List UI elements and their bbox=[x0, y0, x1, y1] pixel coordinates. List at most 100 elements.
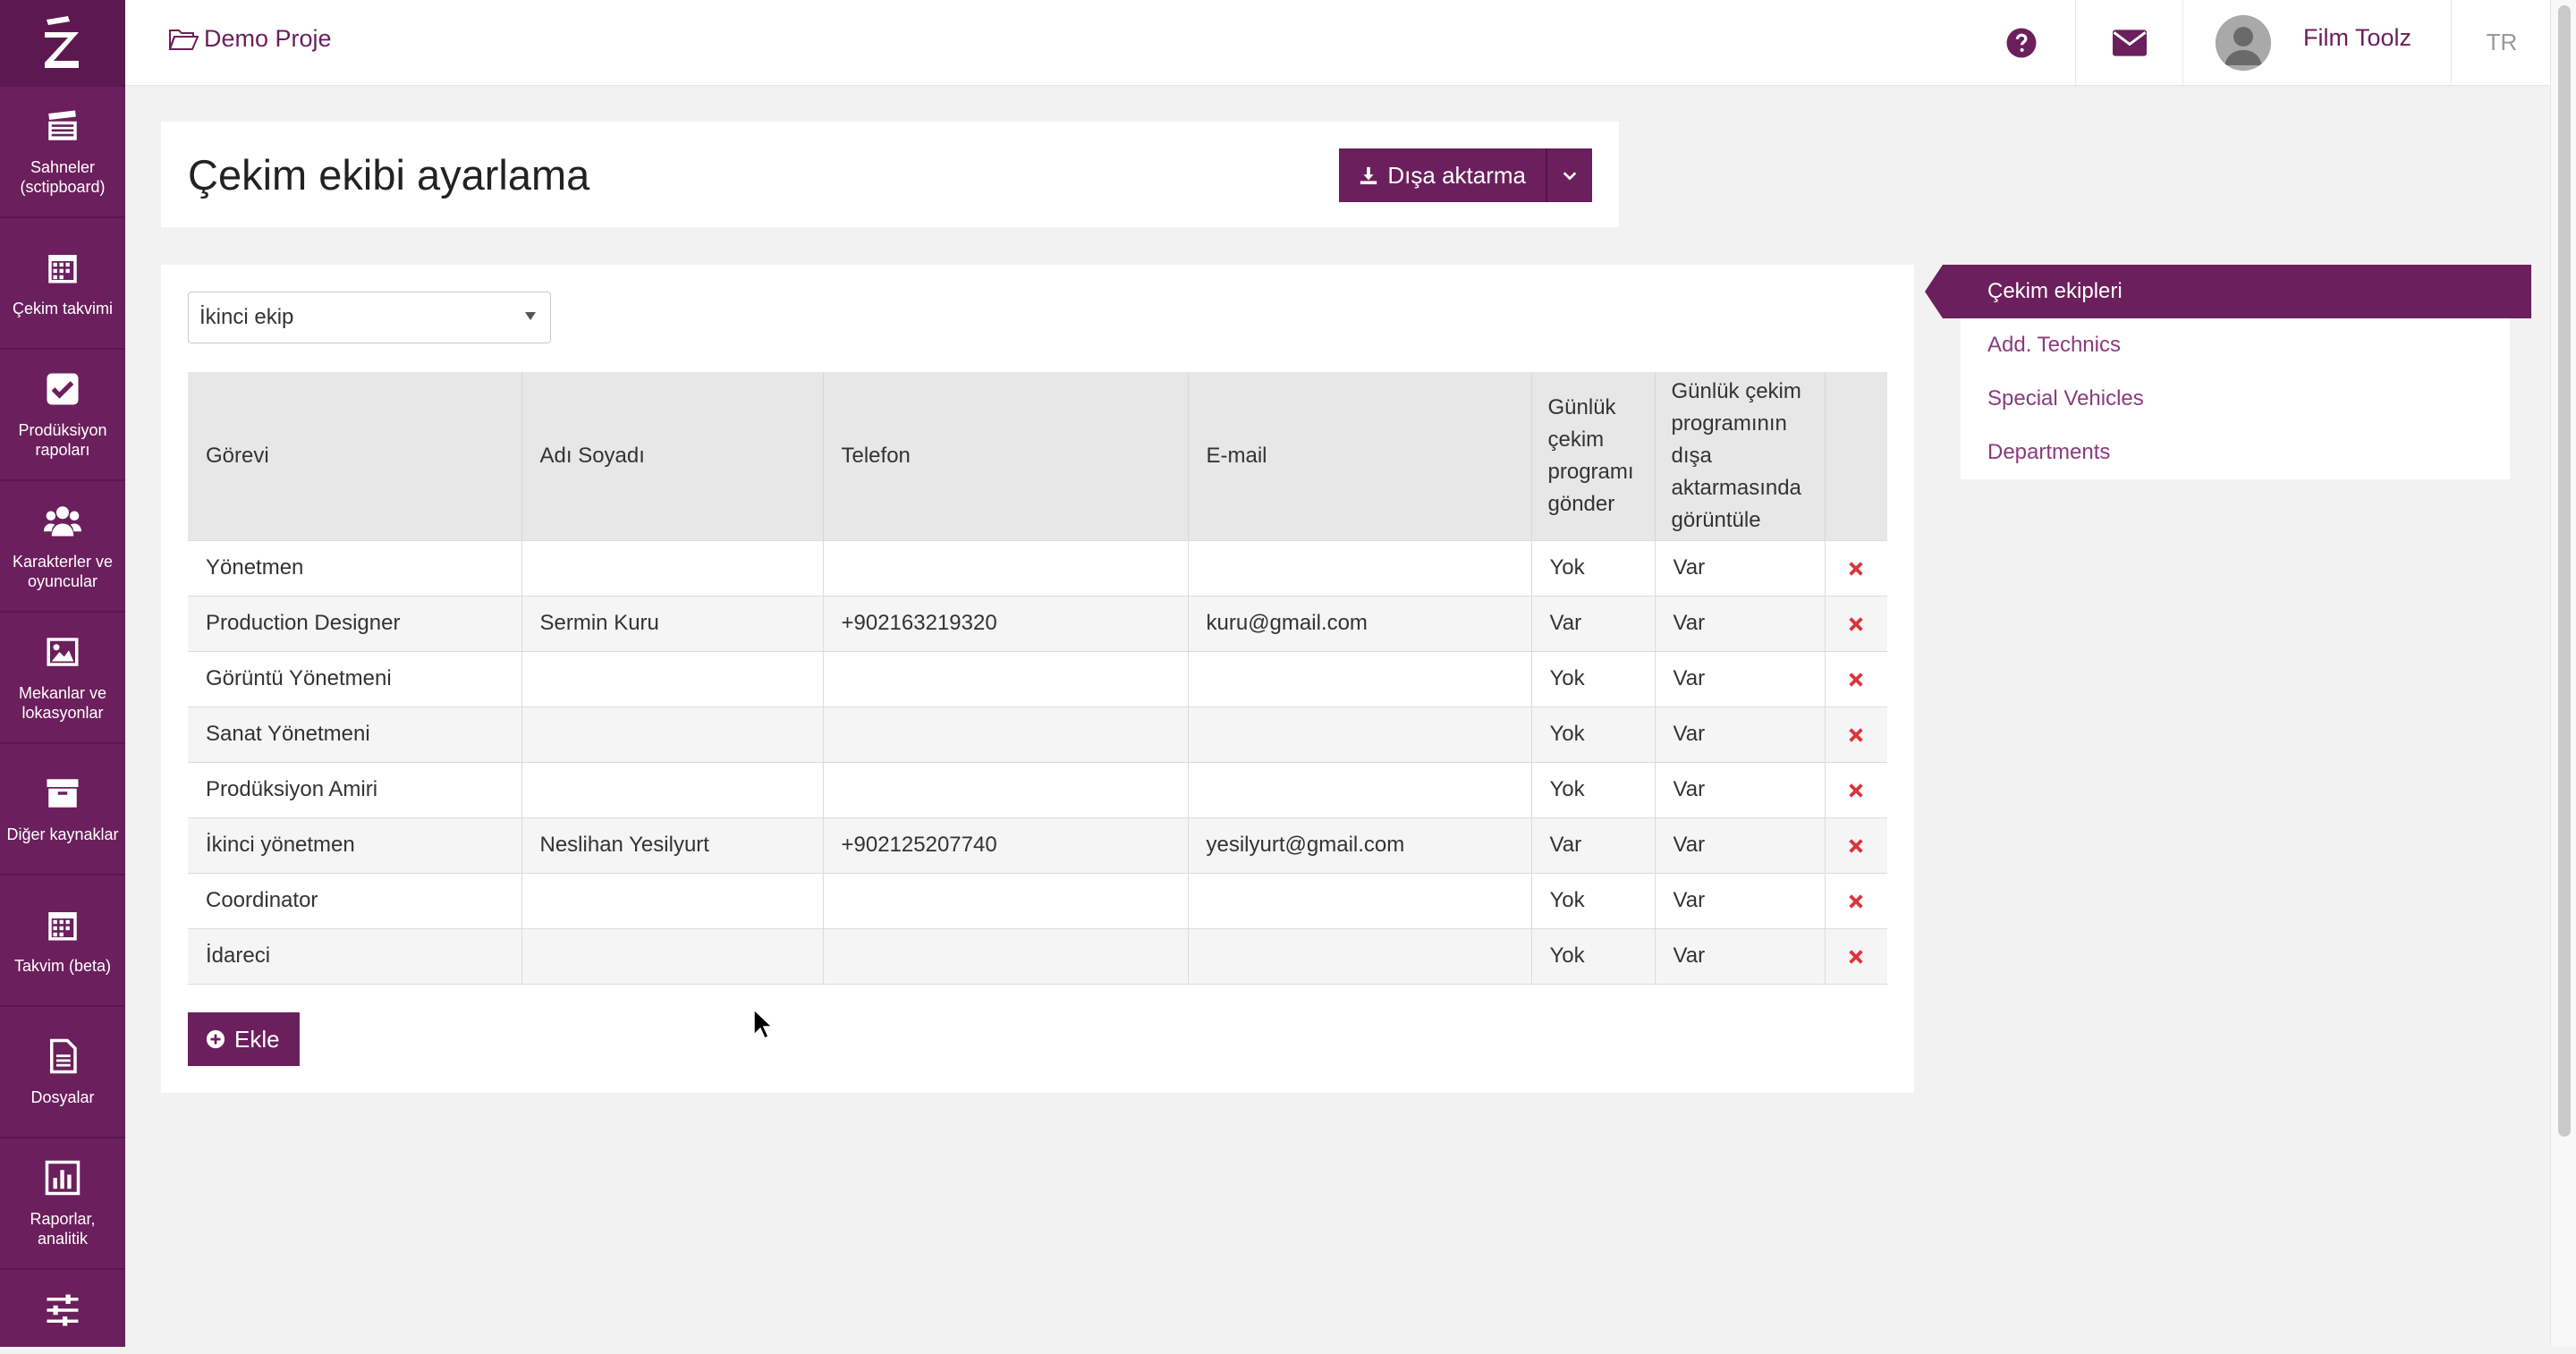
column-header-name[interactable]: Adı Soyadı bbox=[521, 372, 824, 540]
cell-phone bbox=[823, 927, 1189, 985]
column-header-show-in-export[interactable]: Günlük çekim programının dışa aktarmasın… bbox=[1655, 372, 1826, 540]
cell-actions bbox=[1825, 872, 1887, 928]
cell-send-schedule[interactable]: Yok bbox=[1531, 761, 1656, 817]
help-button[interactable] bbox=[1968, 0, 2075, 85]
sidebar-item-settings[interactable] bbox=[0, 1268, 125, 1354]
crew-panel: İkinci ekip Görevi Adı Soyadı Telefon E-… bbox=[161, 265, 1914, 1093]
cell-send-schedule[interactable]: Var bbox=[1531, 817, 1656, 873]
sidebar-item-shooting-schedule[interactable]: Çekim takvimi bbox=[0, 216, 125, 348]
cell-send-schedule[interactable]: Yok bbox=[1531, 539, 1656, 596]
sidebar-item-locations[interactable]: Mekanlar ve lokasyonlar bbox=[0, 611, 125, 742]
cell-actions bbox=[1825, 539, 1887, 596]
envelope-icon bbox=[2113, 29, 2147, 56]
export-label: Dışa aktarma bbox=[1387, 161, 1526, 189]
column-header-email[interactable]: E-mail bbox=[1188, 372, 1532, 540]
cell-send-schedule[interactable]: Yok bbox=[1531, 927, 1656, 985]
project-name: Demo Proje bbox=[204, 25, 332, 52]
cell-actions bbox=[1825, 927, 1887, 985]
user-silhouette-icon bbox=[2216, 14, 2271, 71]
column-header-phone[interactable]: Telefon bbox=[823, 372, 1189, 540]
sidebar-item-label: Takvim (beta) bbox=[13, 956, 112, 975]
column-header-role[interactable]: Görevi bbox=[188, 372, 522, 540]
side-menu-item-add-technics[interactable]: Add. Technics bbox=[1987, 318, 2121, 372]
cell-show-in-export[interactable]: Var bbox=[1655, 706, 1826, 762]
delete-icon[interactable] bbox=[1846, 670, 1866, 690]
cell-send-schedule[interactable]: Yok bbox=[1531, 650, 1656, 707]
cell-show-in-export[interactable]: Var bbox=[1655, 761, 1826, 817]
project-breadcrumb[interactable]: Demo Proje bbox=[168, 25, 332, 53]
cell-email: yesilyurt@gmail.com bbox=[1188, 817, 1532, 873]
side-menu-item-crews[interactable]: Çekim ekipleri bbox=[1925, 265, 2531, 318]
crew-select[interactable]: İkinci ekip bbox=[188, 292, 551, 343]
page-scrollbar[interactable] bbox=[2550, 0, 2576, 1347]
delete-icon[interactable] bbox=[1846, 892, 1866, 911]
cell-email bbox=[1188, 650, 1532, 707]
cell-name bbox=[521, 872, 824, 928]
cell-show-in-export[interactable]: Var bbox=[1655, 817, 1826, 873]
cell-phone bbox=[823, 650, 1189, 707]
delete-icon[interactable] bbox=[1846, 559, 1866, 579]
column-header-actions bbox=[1825, 372, 1887, 540]
sidebar-item-other-resources[interactable]: Diğer kaynaklar bbox=[0, 742, 125, 874]
avatar bbox=[2216, 14, 2271, 71]
cell-role: Production Designer bbox=[188, 595, 522, 651]
sidebar-item-calendar-beta[interactable]: Takvim (beta) bbox=[0, 874, 125, 1005]
delete-icon[interactable] bbox=[1846, 781, 1866, 800]
table-row[interactable]: Sanat Yönetmeni Yok Var bbox=[188, 706, 1887, 762]
cell-show-in-export[interactable]: Var bbox=[1655, 872, 1826, 928]
image-icon bbox=[47, 637, 79, 666]
sidebar-item-scenes[interactable]: Sahneler (sctipboard) bbox=[0, 85, 125, 216]
table-row[interactable]: Coordinator Yok Var bbox=[188, 872, 1887, 928]
cell-show-in-export[interactable]: Var bbox=[1655, 539, 1826, 596]
add-crew-member-button[interactable]: Ekle bbox=[188, 1012, 300, 1066]
table-row[interactable]: Production Designer Sermin Kuru +902163219… bbox=[188, 595, 1887, 651]
cell-send-schedule[interactable]: Var bbox=[1531, 595, 1656, 651]
sidebar-item-label: Dosyalar bbox=[30, 1087, 95, 1106]
sidebar-item-characters[interactable]: Karakterler ve oyuncular bbox=[0, 479, 125, 611]
delete-icon[interactable] bbox=[1846, 614, 1866, 634]
messages-button[interactable] bbox=[2075, 0, 2183, 85]
delete-icon[interactable] bbox=[1846, 836, 1866, 856]
sidebar-item-label: Prodüksiyon rapoları bbox=[18, 420, 107, 459]
cell-show-in-export[interactable]: Var bbox=[1655, 595, 1826, 651]
column-header-send-schedule[interactable]: Günlük çekim programı gönder bbox=[1531, 372, 1656, 540]
sidebar-item-reports[interactable]: Raporlar, analitik bbox=[0, 1137, 125, 1268]
cell-role: Sanat Yönetmeni bbox=[188, 706, 522, 762]
user-menu[interactable]: Film Toolz bbox=[2182, 0, 2451, 85]
cell-phone bbox=[823, 872, 1189, 928]
sidebar-item-production-reports[interactable]: Prodüksiyon rapoları bbox=[0, 348, 125, 479]
table-row[interactable]: Yönetmen Yok Var bbox=[188, 539, 1887, 596]
sidebar-item-label: Çekim takvimi bbox=[12, 299, 113, 317]
language-code: TR bbox=[2486, 29, 2518, 55]
sidebar-item-label: Diğer kaynaklar bbox=[6, 825, 119, 843]
table-row[interactable]: İdareci Yok Var bbox=[188, 927, 1887, 985]
add-button-label: Ekle bbox=[234, 1025, 280, 1053]
side-menu-item-special-vehicles[interactable]: Special Vehicles bbox=[1987, 372, 2144, 426]
scrollbar-thumb[interactable] bbox=[2558, 5, 2571, 1137]
calendar-icon bbox=[48, 911, 77, 940]
sidebar-item-files[interactable]: Dosyalar bbox=[0, 1005, 125, 1137]
cell-email bbox=[1188, 927, 1532, 985]
app-logo[interactable] bbox=[0, 0, 125, 85]
cell-name bbox=[521, 761, 824, 817]
side-menu-item-departments[interactable]: Departments bbox=[1987, 426, 2110, 479]
delete-icon[interactable] bbox=[1846, 725, 1866, 745]
export-button[interactable]: Dışa aktarma bbox=[1339, 148, 1546, 202]
table-row[interactable]: Görüntü Yönetmeni Yok Var bbox=[188, 650, 1887, 707]
checkbox-icon bbox=[47, 373, 79, 404]
delete-icon[interactable] bbox=[1846, 947, 1866, 967]
topbar: Demo Proje Film Toolz TR bbox=[125, 0, 2551, 86]
sliders-icon bbox=[47, 1294, 79, 1326]
bar-chart-icon bbox=[45, 1160, 80, 1195]
users-icon bbox=[44, 505, 81, 536]
export-dropdown-toggle[interactable] bbox=[1546, 148, 1592, 202]
cell-show-in-export[interactable]: Var bbox=[1655, 927, 1826, 985]
language-switcher[interactable]: TR bbox=[2451, 0, 2552, 85]
table-row[interactable]: İkinci yönetmen Neslihan Yesilyurt +902125… bbox=[188, 817, 1887, 873]
cell-phone bbox=[823, 539, 1189, 596]
cell-send-schedule[interactable]: Yok bbox=[1531, 872, 1656, 928]
caret-down-icon bbox=[525, 312, 536, 320]
cell-send-schedule[interactable]: Yok bbox=[1531, 706, 1656, 762]
table-row[interactable]: Prodüksiyon Amiri Yok Var bbox=[188, 761, 1887, 817]
cell-show-in-export[interactable]: Var bbox=[1655, 650, 1826, 707]
